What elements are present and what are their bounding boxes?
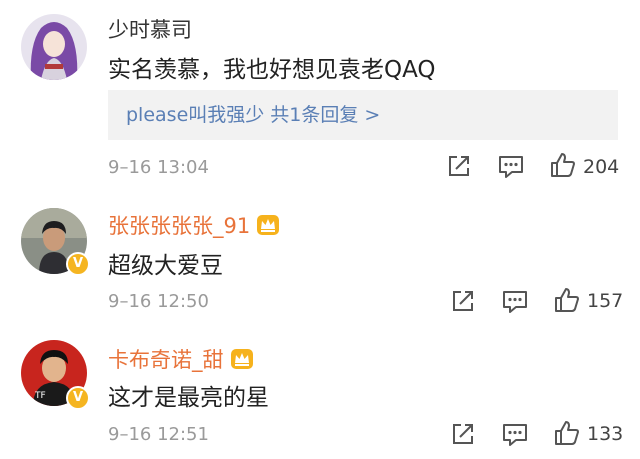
reply-summary-text: please叫我强少 共1条回复 > <box>126 104 381 126</box>
share-icon[interactable] <box>446 153 472 183</box>
like-icon[interactable] <box>549 151 577 183</box>
timestamp: 9–16 13:04 <box>108 157 209 178</box>
like-count: 204 <box>583 156 620 178</box>
verified-badge: V <box>66 386 90 410</box>
comment-icon[interactable] <box>501 421 529 451</box>
like-count: 133 <box>587 423 624 445</box>
username[interactable]: 张张张张张_91 <box>108 210 280 241</box>
like-count: 157 <box>587 290 624 312</box>
verified-badge: V <box>66 252 90 276</box>
share-icon[interactable] <box>450 288 476 318</box>
crown-icon <box>256 214 280 241</box>
timestamp: 9–16 12:51 <box>108 424 209 445</box>
timestamp: 9–16 12:50 <box>108 291 209 312</box>
comment-text: 这才是最亮的星 <box>108 385 269 411</box>
comment-text: 超级大爱豆 <box>108 253 223 279</box>
reply-summary-link[interactable]: please叫我强少 共1条回复 > <box>108 90 618 140</box>
like-icon[interactable] <box>553 286 581 318</box>
avatar[interactable] <box>21 14 87 80</box>
username-text: 张张张张张_91 <box>108 214 251 238</box>
svg-text:TF: TF <box>34 391 46 401</box>
crown-icon <box>230 348 254 375</box>
username-text: 卡布奇诺_甜 <box>108 348 224 372</box>
username[interactable]: 少时慕司 <box>108 14 192 44</box>
comment-icon[interactable] <box>501 288 529 318</box>
comment-icon[interactable] <box>497 153 525 183</box>
like-icon[interactable] <box>553 419 581 451</box>
share-icon[interactable] <box>450 421 476 451</box>
comment-text: 实名羡慕，我也好想见袁老QAQ <box>108 57 436 83</box>
avatar-image <box>21 14 87 80</box>
username[interactable]: 卡布奇诺_甜 <box>108 344 254 375</box>
